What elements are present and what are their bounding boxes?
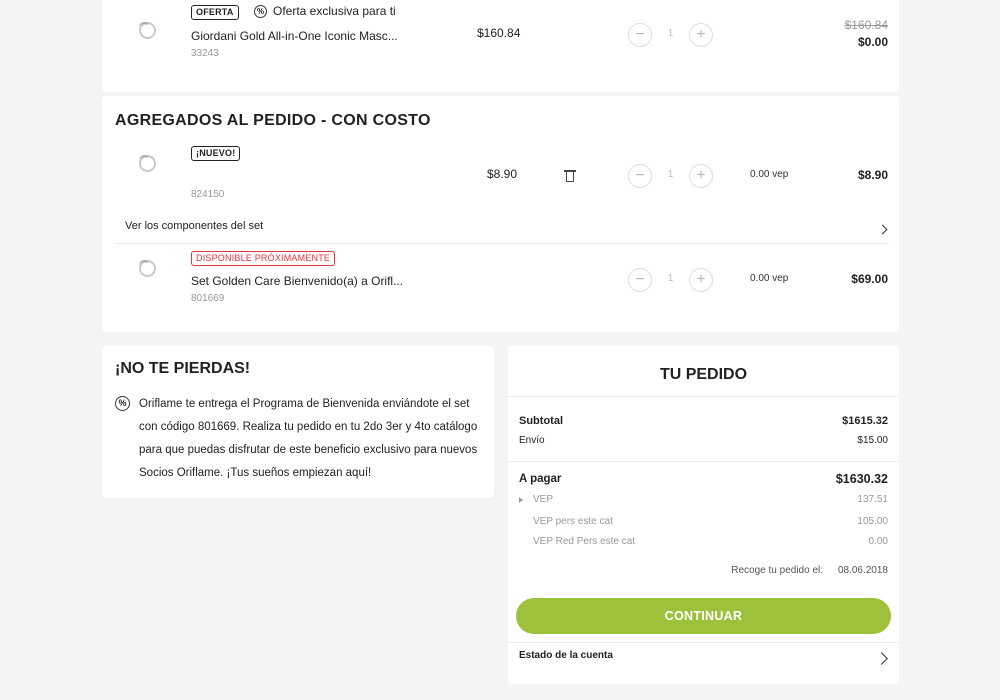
top-product-card: OFERTA % Oferta exclusiva para ti Giorda…: [102, 0, 899, 92]
vep-pers-value: 105.00: [857, 516, 888, 527]
set-components-label: Ver los componentes del set: [125, 220, 264, 232]
original-total: $160.84: [844, 18, 888, 32]
divider: [508, 396, 899, 397]
to-pay-label: A pagar: [519, 473, 562, 485]
added-items-card: AGREGADOS AL PEDIDO - CON COSTO ¡NUEVO! …: [102, 96, 899, 332]
quantity-value: 1: [667, 28, 674, 39]
pickup-date: 08.06.2018: [837, 565, 888, 576]
quantity-value: 1: [667, 273, 674, 284]
quantity-stepper: − 1 +: [628, 164, 713, 188]
vep-label: VEP: [533, 494, 554, 505]
product-row-giordani: OFERTA % Oferta exclusiva para ti Giorda…: [102, 0, 899, 100]
line-total: $69.00: [851, 272, 888, 286]
select-radio[interactable]: [139, 260, 156, 277]
shipping-label: Envío: [519, 435, 545, 446]
expand-triangle-icon[interactable]: [519, 497, 523, 503]
account-status-link[interactable]: Estado de la cuenta: [508, 642, 899, 684]
product-name[interactable]: Giordani Gold All-in-One Iconic Masc...: [191, 29, 398, 43]
product-code: 824150: [191, 189, 225, 200]
quantity-value: 1: [667, 169, 674, 180]
promo-title: ¡NO TE PIERDAS!: [115, 360, 251, 377]
increase-button[interactable]: +: [689, 23, 713, 47]
percent-circle-icon: %: [115, 396, 130, 411]
vep-red-value: 0.00: [868, 536, 888, 547]
subtotal-label: Subtotal: [519, 415, 563, 427]
vep-value: 137.51: [857, 494, 888, 505]
trash-icon[interactable]: [564, 170, 576, 182]
offer-text: Oferta exclusiva para ti: [273, 4, 396, 18]
unit-price: $8.90: [487, 167, 518, 181]
pickup-label: Recoge tu pedido el:: [731, 565, 823, 576]
product-row-golden-care: DISPONIBLE PRÓXIMAMENTE Set Golden Care …: [102, 250, 899, 320]
promo-text: Oriflame te entrega el Programa de Bienv…: [139, 398, 478, 479]
vep-red-label: VEP Red Pers este cat: [533, 536, 636, 547]
decrease-button[interactable]: −: [628, 164, 652, 188]
increase-button[interactable]: +: [689, 164, 713, 188]
new-tag: ¡NUEVO!: [191, 146, 241, 161]
divider: [508, 642, 899, 643]
vep-pers-label: VEP pers este cat: [533, 516, 613, 527]
decrease-button[interactable]: −: [628, 268, 652, 292]
set-components-link[interactable]: Ver los componentes del set: [102, 217, 899, 243]
divider: [508, 461, 899, 462]
product-code: 33243: [191, 48, 219, 59]
account-status-label: Estado de la cuenta: [519, 650, 613, 661]
continue-button[interactable]: CONTINUAR: [516, 598, 891, 634]
vep-value: 0.00 vep: [750, 169, 789, 180]
product-row-new: ¡NUEVO! 824150 $8.90 − 1 + 0.00 vep $8.9…: [102, 146, 899, 216]
product-name[interactable]: Set Golden Care Bienvenido(a) a Orifl...: [191, 274, 403, 288]
vep-value: 0.00 vep: [750, 273, 789, 284]
product-code: 801669: [191, 293, 225, 304]
line-total: $8.90: [857, 168, 888, 182]
select-radio[interactable]: [139, 155, 156, 172]
divider: [116, 243, 889, 244]
coming-soon-tag: DISPONIBLE PRÓXIMAMENTE: [191, 251, 336, 266]
promo-card: ¡NO TE PIERDAS! % Oriflame te entrega el…: [102, 346, 494, 498]
unit-price: $160.84: [477, 26, 521, 40]
line-total: $0.00: [857, 35, 888, 49]
select-radio[interactable]: [139, 22, 156, 39]
chevron-right-icon: [875, 652, 888, 665]
quantity-stepper: − 1 +: [628, 268, 713, 292]
shipping-value: $15.00: [857, 435, 888, 446]
chevron-right-icon: [877, 224, 888, 235]
offer-tag: OFERTA: [191, 5, 239, 20]
order-summary-card: TU PEDIDO Subtotal $1615.32 Envío $15.00…: [508, 346, 899, 684]
subtotal-value: $1615.32: [842, 415, 888, 427]
decrease-button[interactable]: −: [628, 23, 652, 47]
section-title: AGREGADOS AL PEDIDO - CON COSTO: [115, 112, 431, 129]
increase-button[interactable]: +: [689, 268, 713, 292]
percent-circle-icon: %: [254, 5, 267, 18]
to-pay-value: $1630.32: [835, 472, 888, 486]
summary-title: TU PEDIDO: [659, 366, 748, 383]
quantity-stepper: − 1 +: [628, 23, 713, 47]
